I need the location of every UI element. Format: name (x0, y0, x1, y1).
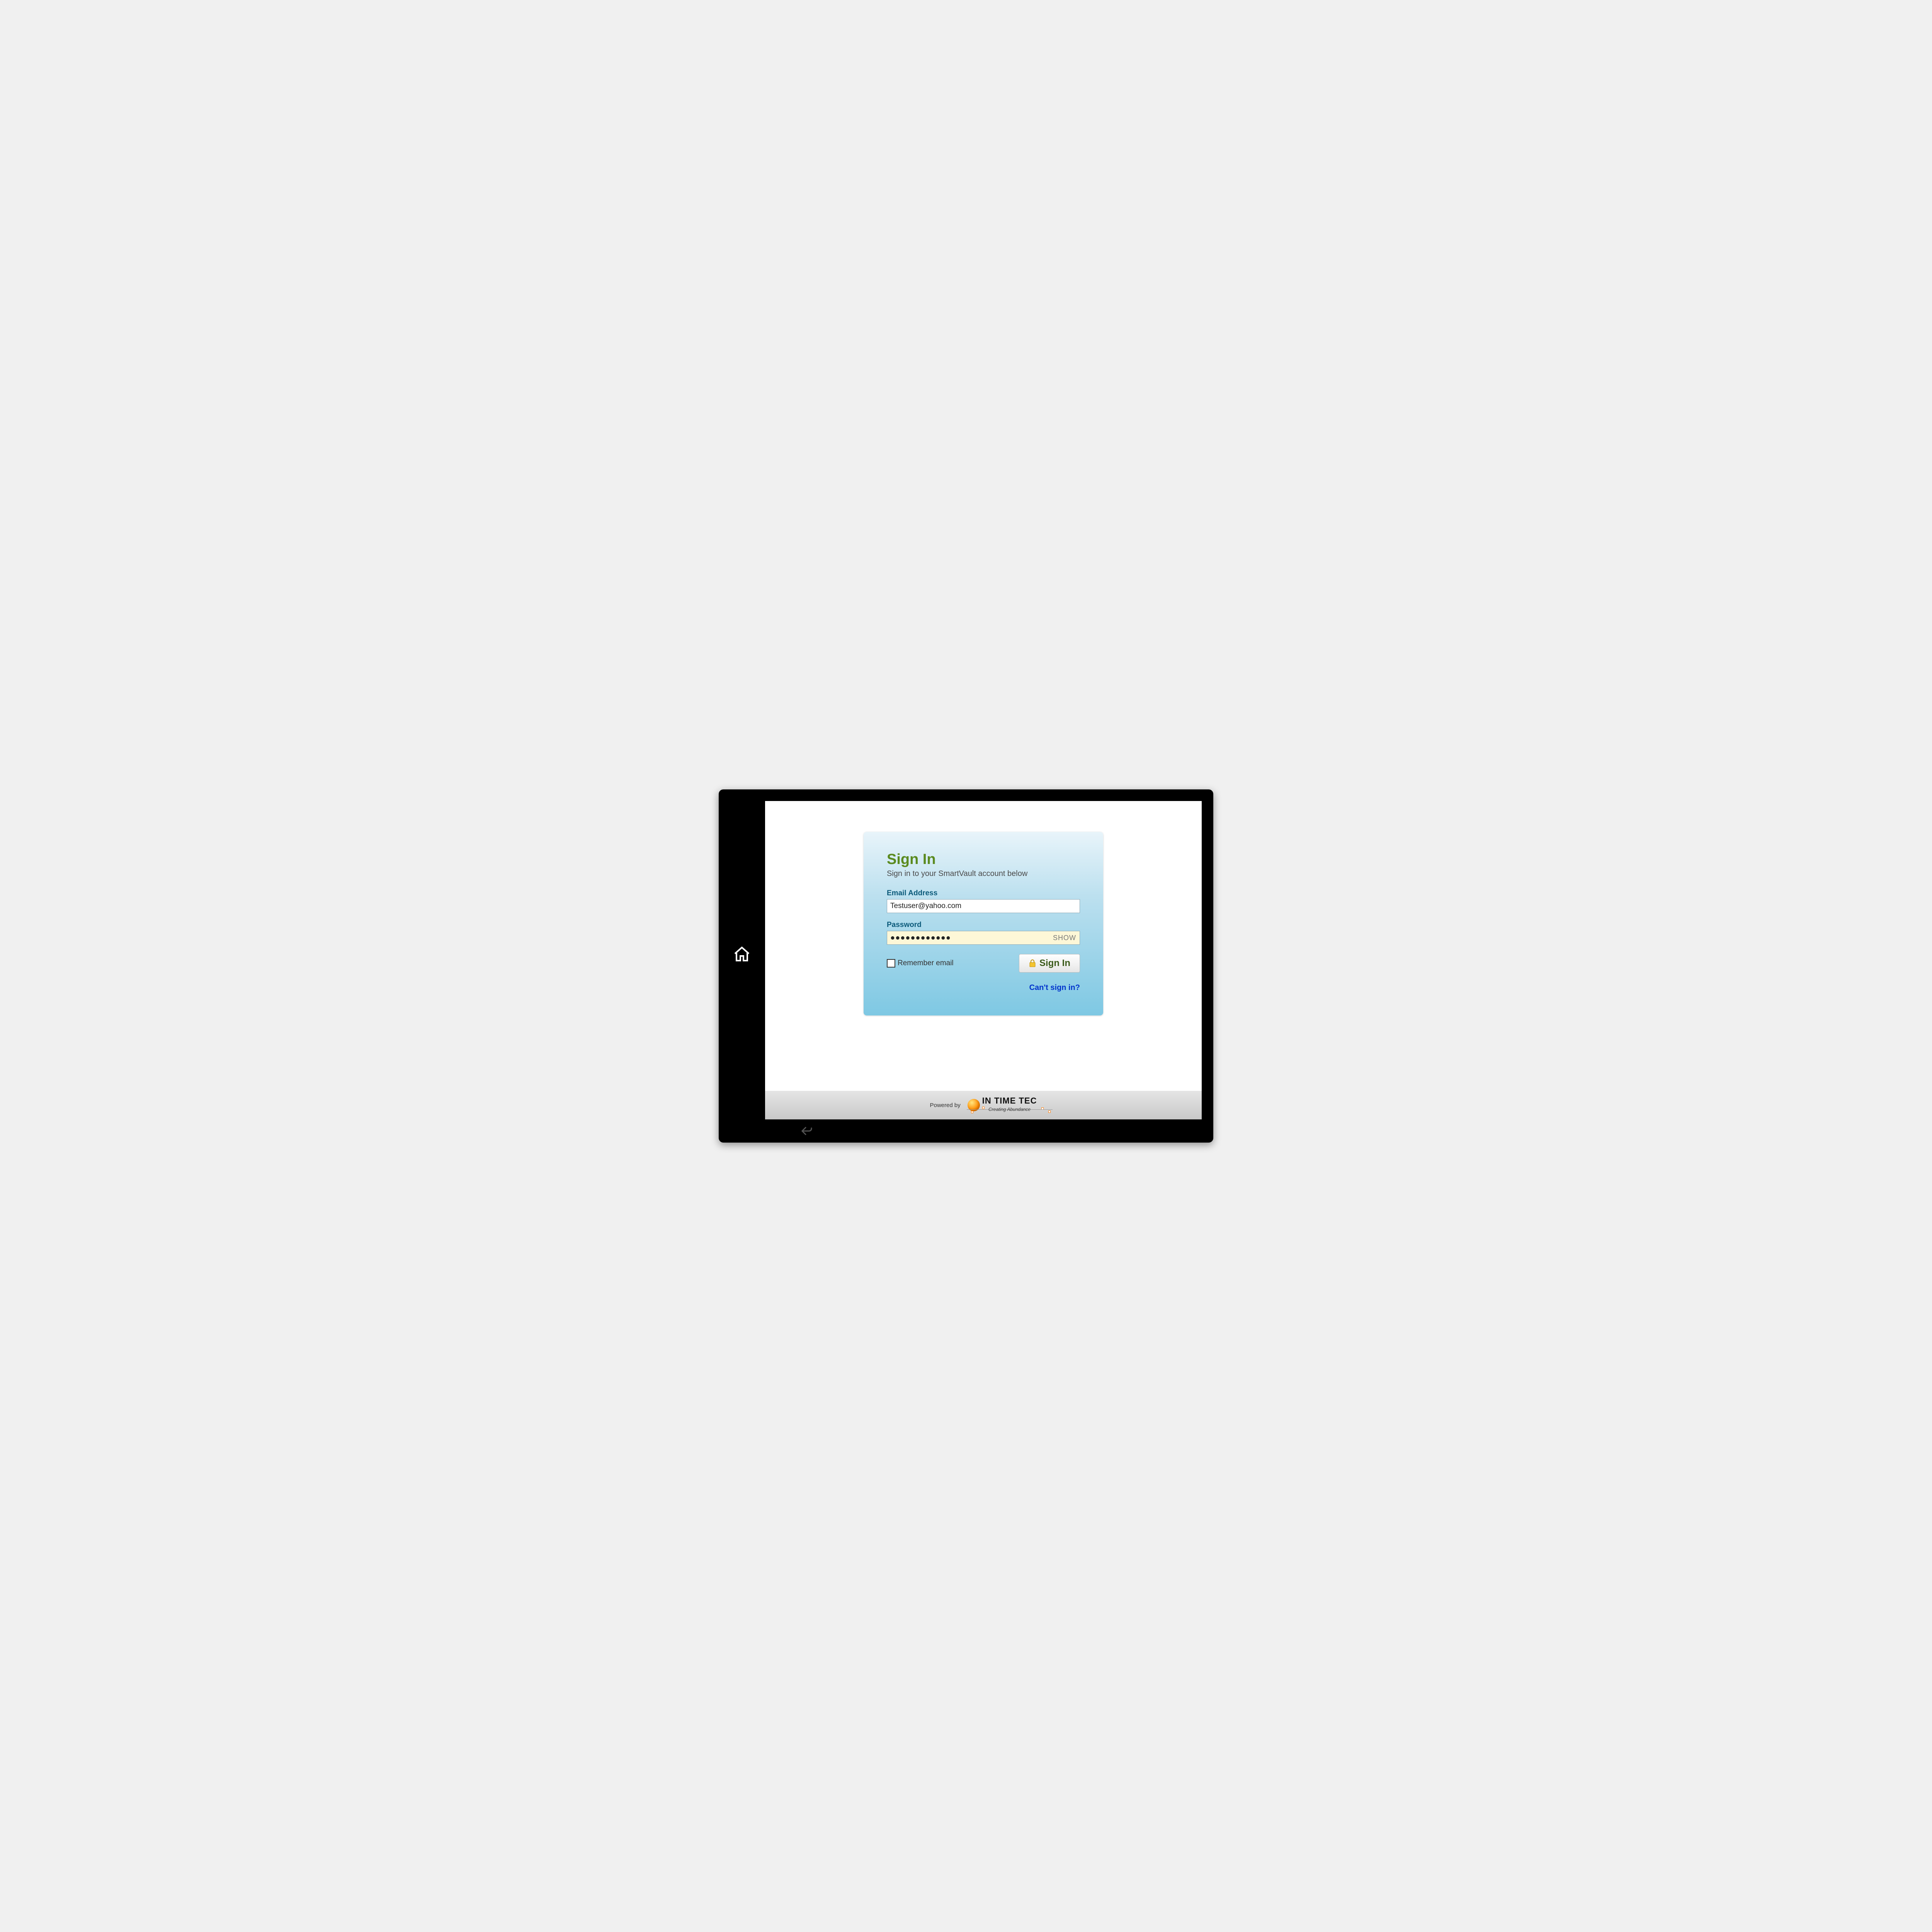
password-wrap: SHOW (887, 931, 1080, 945)
signin-button-label: Sign In (1039, 958, 1070, 969)
content-area: Sign In Sign in to your SmartVault accou… (765, 801, 1202, 1091)
lock-icon (1029, 959, 1036, 968)
logo-tagline-text: Creating Abundance (986, 1107, 1033, 1112)
logo-main-text: IN TIME TEC (982, 1097, 1037, 1105)
actions-row: Remember email Sign In (887, 954, 1080, 973)
app-screen: Sign In Sign in to your SmartVault accou… (765, 801, 1202, 1119)
checkbox-box-icon (887, 959, 895, 968)
home-icon (733, 945, 751, 964)
home-button[interactable] (719, 789, 765, 1119)
footer-bar: Powered by IN TIME TEC Creating Abundanc… (765, 1091, 1202, 1119)
remember-email-checkbox[interactable]: Remember email (887, 959, 954, 968)
signin-card: Sign In Sign in to your SmartVault accou… (864, 832, 1103, 1015)
email-label: Email Address (887, 889, 1080, 898)
password-label: Password (887, 921, 1080, 929)
signin-button[interactable]: Sign In (1019, 954, 1080, 973)
powered-by-label: Powered by (930, 1102, 961, 1109)
remember-label: Remember email (898, 959, 954, 968)
back-arrow-icon (800, 1124, 814, 1138)
show-password-button[interactable]: SHOW (1051, 931, 1078, 945)
tablet-frame: Sign In Sign in to your SmartVault accou… (719, 789, 1213, 1143)
cant-sign-in-link[interactable]: Can't sign in? (887, 983, 1080, 992)
logo-tagline-wrap: Creating Abundance (982, 1105, 1037, 1114)
back-button[interactable] (765, 1119, 842, 1143)
intimetec-logo: IN TIME TEC Creating Abundance (968, 1097, 1037, 1114)
logo-text: IN TIME TEC Creating Abundance (982, 1097, 1037, 1114)
email-field[interactable] (887, 899, 1080, 913)
signin-subtitle: Sign in to your SmartVault account below (887, 869, 1080, 878)
signin-title: Sign In (887, 851, 1080, 868)
